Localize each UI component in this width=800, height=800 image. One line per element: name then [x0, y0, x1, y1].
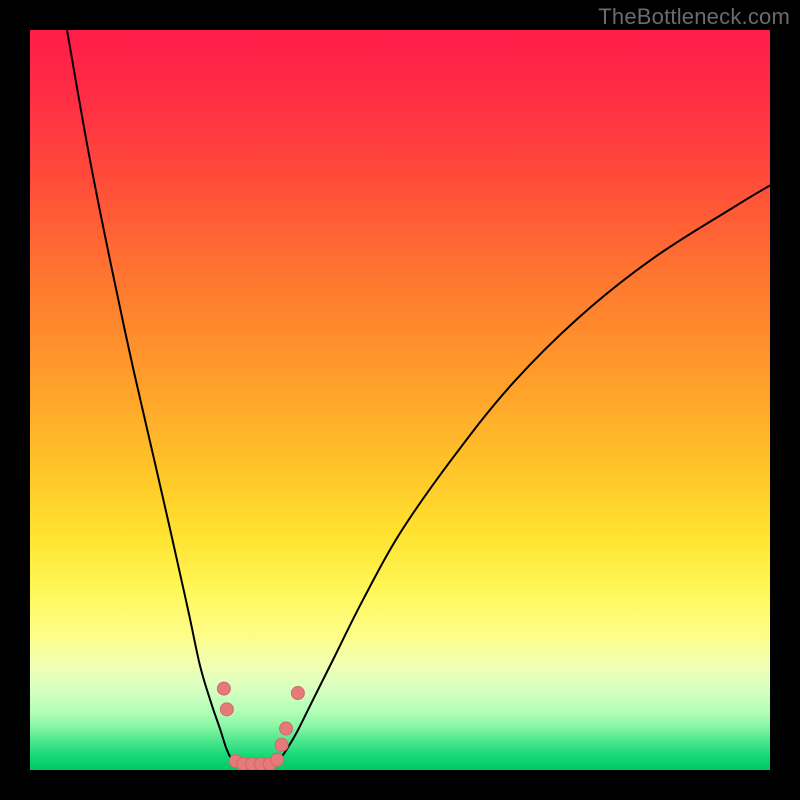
chart-svg: [30, 30, 770, 770]
data-marker: [280, 722, 293, 735]
plot-area: [30, 30, 770, 770]
data-marker: [220, 703, 233, 716]
markers-group: [217, 682, 304, 770]
data-marker: [291, 687, 304, 700]
right-curve: [278, 185, 770, 762]
watermark-label: TheBottleneck.com: [598, 4, 790, 30]
data-marker: [271, 753, 284, 766]
data-marker: [217, 682, 230, 695]
left-curve: [67, 30, 236, 764]
data-marker: [275, 738, 288, 751]
chart-frame: TheBottleneck.com: [0, 0, 800, 800]
